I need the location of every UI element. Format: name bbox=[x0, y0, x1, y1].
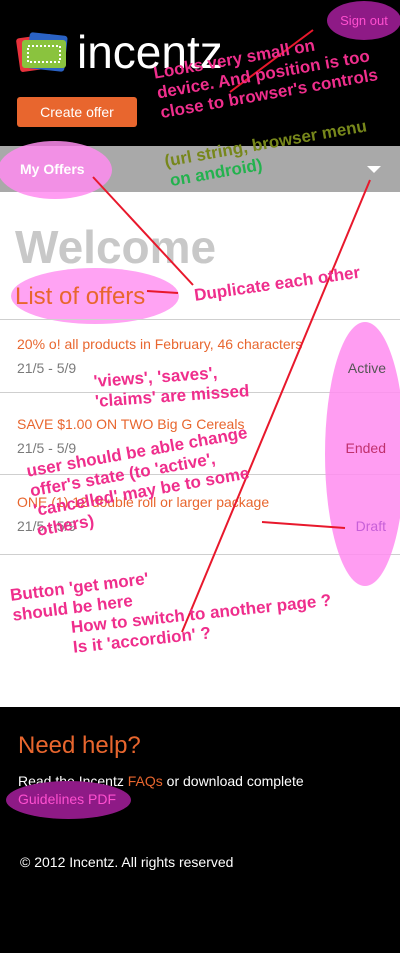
row-divider bbox=[0, 319, 400, 320]
create-offer-button[interactable]: Create offer bbox=[17, 97, 137, 127]
chevron-down-icon[interactable] bbox=[367, 166, 381, 173]
offer-status-draft: Draft bbox=[355, 518, 386, 534]
welcome-heading: Welcome bbox=[15, 221, 217, 273]
copyright-text: © 2012 Incentz. All rights reserved bbox=[20, 854, 234, 870]
annotation-note: Duplicate each other bbox=[193, 262, 362, 305]
incentz-logo-icon bbox=[16, 32, 68, 72]
offer-status-ended: Ended bbox=[345, 440, 386, 456]
list-title: List of offers bbox=[15, 283, 146, 310]
offer-date: 21/5 - 5/9 bbox=[17, 360, 77, 376]
help-text-suffix: or download complete bbox=[162, 773, 304, 789]
faqs-link[interactable]: FAQs bbox=[128, 773, 163, 789]
my-offers-label[interactable]: My Offers bbox=[20, 161, 85, 177]
offer-title[interactable]: 20% o! all products in February, 46 char… bbox=[17, 336, 302, 352]
need-help-heading: Need help? bbox=[18, 732, 141, 759]
offer-status-active: Active bbox=[347, 360, 386, 376]
guidelines-pdf-link[interactable]: Guidelines PDF bbox=[18, 791, 116, 807]
annotation-note: 'views', 'saves', 'claims' are missed bbox=[93, 361, 250, 412]
